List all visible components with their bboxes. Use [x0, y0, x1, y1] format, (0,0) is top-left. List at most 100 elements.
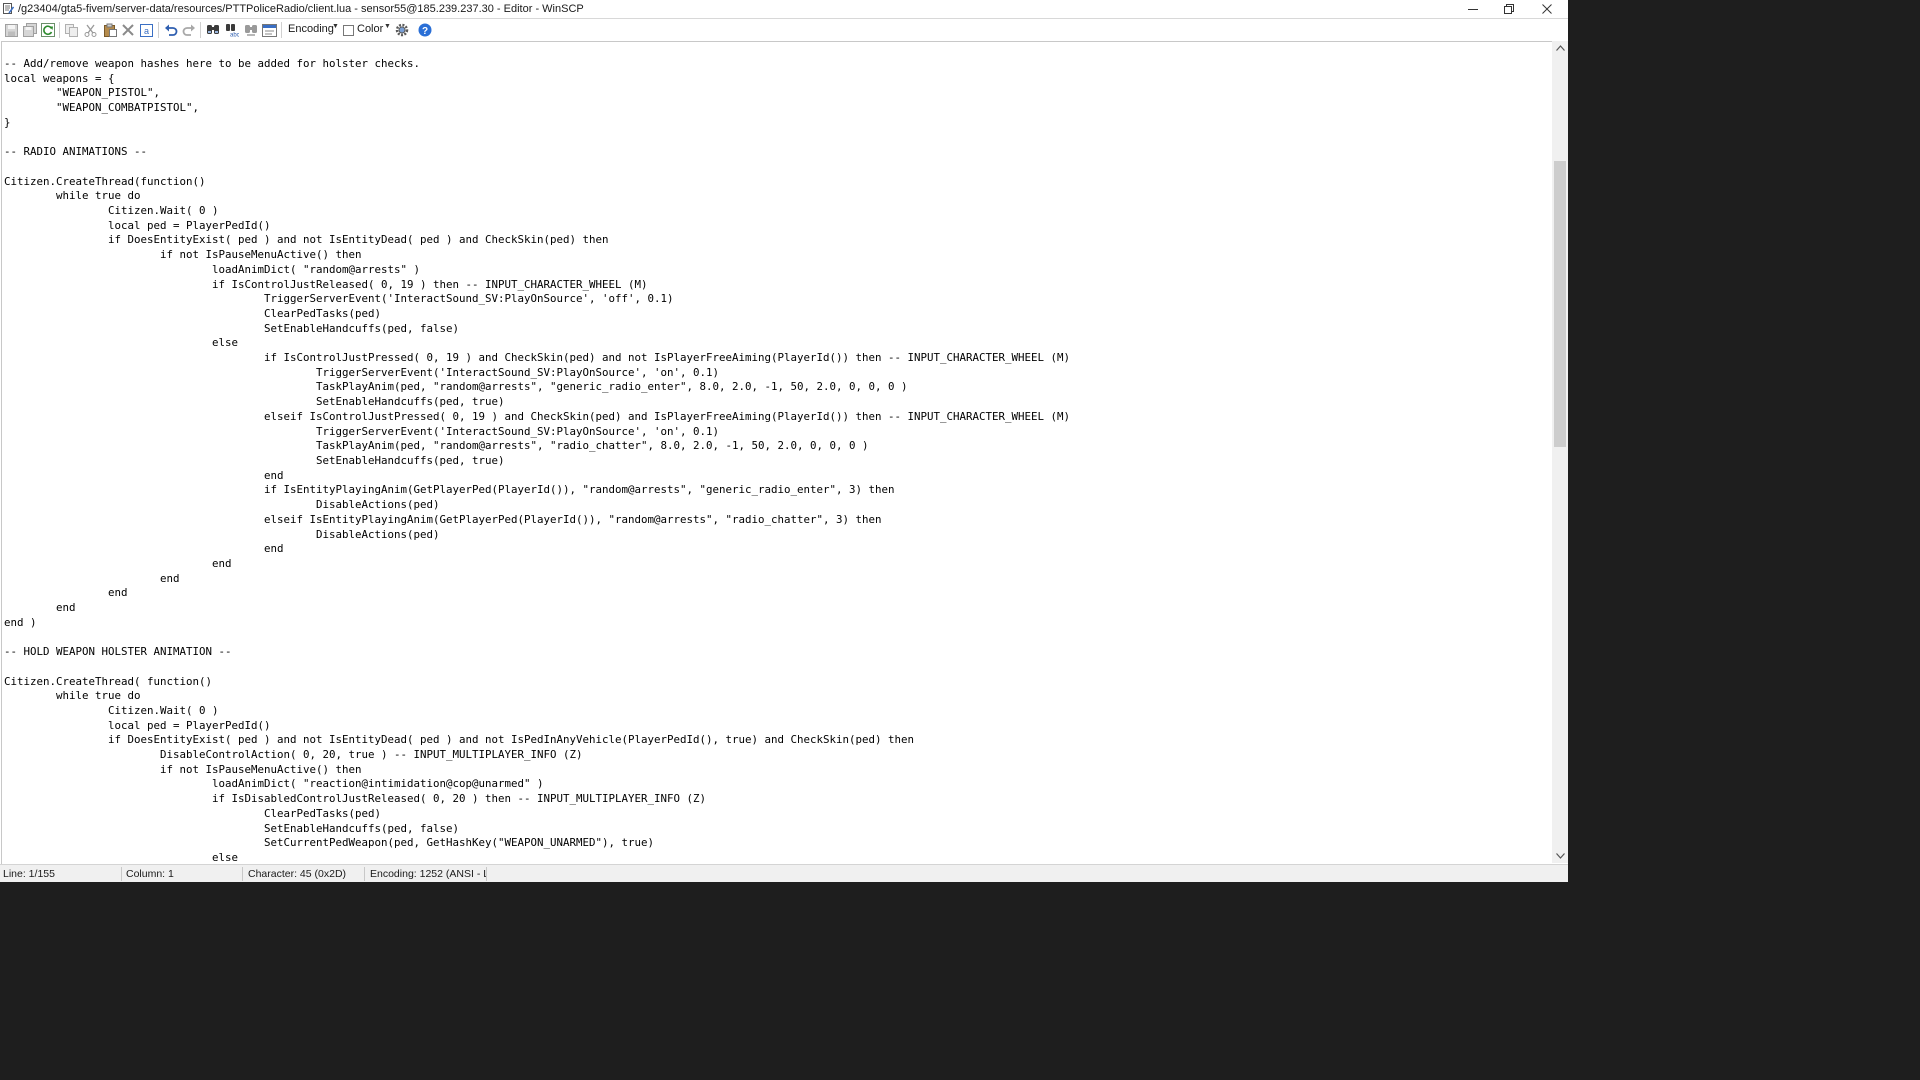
status-column: Column: 1	[123, 867, 243, 881]
status-bar: Line: 1/155 Column: 1 Character: 45 (0x2…	[0, 864, 1568, 882]
code-line: if IsEntityPlayingAnim(GetPlayerPed(Play…	[4, 483, 895, 497]
code-content: -- Add/remove weapon hashes here to be a…	[4, 57, 1070, 864]
toolbar-separator	[200, 22, 201, 38]
copy-icon	[65, 23, 78, 37]
save-button[interactable]	[3, 22, 20, 38]
code-line: SetCurrentPedWeapon(ped, GetHashKey("WEA…	[4, 836, 655, 850]
toolbar-separator	[59, 22, 60, 38]
vertical-scrollbar[interactable]	[1552, 41, 1568, 863]
toolbar: a abc Encoding ▼ Color ▼ ?	[0, 19, 1568, 41]
find-button[interactable]	[204, 22, 221, 38]
select-all-icon: a	[140, 23, 153, 37]
chevron-down-icon: ▼	[332, 23, 339, 30]
redo-button[interactable]	[180, 22, 197, 38]
goto-line-button[interactable]	[261, 22, 278, 38]
code-line: ClearPedTasks(ped)	[4, 806, 382, 820]
code-line: if IsControlJustReleased( 0, 19 ) then -…	[4, 277, 648, 291]
scroll-down-button[interactable]	[1552, 849, 1568, 863]
code-line: end	[4, 468, 284, 482]
save-all-icon	[22, 23, 37, 37]
help-button[interactable]: ?	[416, 22, 433, 38]
find-icon	[206, 25, 219, 34]
toolbar-separator	[158, 22, 159, 38]
replace-button[interactable]: abc	[223, 22, 240, 38]
svg-text:a: a	[144, 26, 149, 36]
copy-button[interactable]	[63, 22, 80, 38]
encoding-dropdown[interactable]: Encoding ▼	[284, 19, 340, 41]
toolbar-separator	[281, 22, 282, 38]
code-line: Citizen.CreateThread(function()	[4, 174, 206, 188]
code-line: -- HOLD WEAPON HOLSTER ANIMATION --	[4, 645, 232, 659]
status-line: Line: 1/155	[0, 867, 122, 881]
status-character: Character: 45 (0x2D)	[245, 867, 365, 881]
editor-window: /g23404/gta5-fivem/server-data/resources…	[0, 0, 1568, 882]
help-icon: ?	[418, 23, 431, 37]
chevron-down-icon: ▼	[384, 23, 391, 30]
code-line: SetEnableHandcuffs(ped, true)	[4, 453, 505, 467]
code-line: TaskPlayAnim(ped, "random@arrests", "rad…	[4, 439, 869, 453]
code-line: "WEAPON_PISTOL",	[4, 86, 161, 100]
code-line: end )	[4, 615, 37, 629]
code-line: Citizen.Wait( 0 )	[4, 703, 219, 717]
window-title: /g23404/gta5-fivem/server-data/resources…	[18, 3, 584, 15]
cut-icon	[84, 24, 97, 37]
code-line: local ped = PlayerPedId()	[4, 218, 271, 232]
minimize-icon	[1468, 9, 1478, 10]
encoding-label: Encoding	[288, 23, 334, 35]
save-all-button[interactable]	[21, 22, 38, 38]
code-line: local weapons = {	[4, 71, 115, 85]
code-line: else	[4, 850, 239, 864]
paste-button[interactable]	[101, 22, 118, 38]
minimize-button[interactable]	[1455, 0, 1491, 18]
code-line: while true do	[4, 189, 141, 203]
code-line: SetEnableHandcuffs(ped, true)	[4, 395, 505, 409]
find-next-button[interactable]	[242, 22, 259, 38]
code-line: loadAnimDict( "random@arrests" )	[4, 262, 421, 276]
maximize-button[interactable]	[1491, 0, 1527, 18]
code-line: }	[4, 115, 11, 129]
save-icon	[5, 23, 18, 37]
delete-button[interactable]	[119, 22, 136, 38]
chevron-down-icon	[1555, 853, 1565, 859]
code-line: SetEnableHandcuffs(ped, false)	[4, 321, 460, 335]
replace-icon: abc	[225, 24, 239, 37]
undo-icon	[164, 24, 177, 36]
settings-button[interactable]	[393, 22, 410, 38]
code-line: end	[4, 556, 232, 570]
redo-icon	[182, 24, 195, 36]
svg-text:?: ?	[421, 26, 427, 37]
select-all-button[interactable]: a	[138, 22, 155, 38]
code-line: loadAnimDict( "reaction@intimidation@cop…	[4, 777, 544, 791]
close-icon	[1542, 4, 1552, 14]
code-line: if DoesEntityExist( ped ) and not IsEnti…	[4, 733, 915, 747]
code-line: Citizen.Wait( 0 )	[4, 204, 219, 218]
scrollbar-thumb[interactable]	[1554, 161, 1566, 447]
reload-button[interactable]	[39, 22, 56, 38]
code-line: DisableActions(ped)	[4, 527, 440, 541]
code-editor[interactable]: -- Add/remove weapon hashes here to be a…	[1, 41, 1553, 864]
code-line: local ped = PlayerPedId()	[4, 718, 271, 732]
settings-icon	[395, 23, 408, 37]
color-checkbox[interactable]	[343, 25, 354, 36]
color-dropdown[interactable]: Color ▼	[354, 19, 392, 41]
code-line: if not IsPauseMenuActive() then	[4, 762, 362, 776]
code-line: ClearPedTasks(ped)	[4, 306, 382, 320]
code-line: end	[4, 542, 284, 556]
code-line: DisableActions(ped)	[4, 498, 440, 512]
close-button[interactable]	[1529, 0, 1565, 18]
code-line: TriggerServerEvent('InteractSound_SV:Pla…	[4, 365, 720, 379]
code-line: if DoesEntityExist( ped ) and not IsEnti…	[4, 233, 609, 247]
paste-icon	[103, 23, 117, 37]
code-line: TriggerServerEvent('InteractSound_SV:Pla…	[4, 292, 674, 306]
code-line: if IsDisabledControlJustReleased( 0, 20 …	[4, 792, 707, 806]
restore-icon	[1504, 4, 1514, 14]
cut-button[interactable]	[82, 22, 99, 38]
goto-line-icon	[262, 23, 277, 37]
color-label: Color	[357, 23, 384, 35]
delete-icon	[121, 24, 134, 36]
undo-button[interactable]	[162, 22, 179, 38]
code-line: while true do	[4, 689, 141, 703]
code-line: end	[4, 601, 76, 615]
scroll-up-button[interactable]	[1552, 41, 1568, 55]
code-line: TaskPlayAnim(ped, "random@arrests", "gen…	[4, 380, 908, 394]
